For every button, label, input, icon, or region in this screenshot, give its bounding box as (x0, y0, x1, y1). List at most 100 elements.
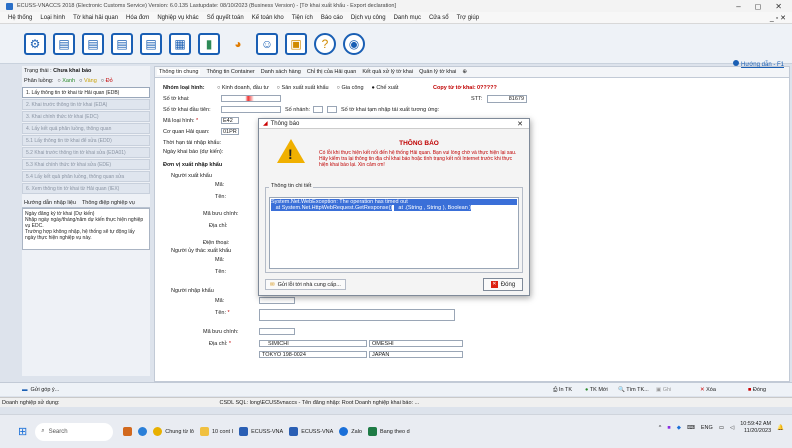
document-2-icon[interactable]: ▤ (82, 32, 104, 55)
windows-start-icon[interactable]: ⊞ (18, 425, 27, 438)
find-button[interactable]: 🔍 Tìm TK... (618, 387, 649, 393)
help-link[interactable]: Hướng dẫn - F1 (733, 60, 784, 68)
ma-nk-input[interactable] (259, 297, 295, 304)
step-edc[interactable]: 3. Khai chính thức tờ khai (EDC) (22, 111, 150, 122)
new-button[interactable]: ● TK Mới (585, 387, 608, 393)
dialog-ok-button[interactable]: ✕ Đóng (483, 278, 523, 291)
taskbar-folder[interactable]: 10 cont I (199, 427, 233, 436)
opt-gia-cong[interactable]: ○ Gia công (337, 85, 364, 91)
step-edd[interactable]: 5.1 Lấy thông tin tờ khai để sửa (EDD) (22, 135, 150, 146)
document-4-icon[interactable]: ▤ (140, 32, 162, 55)
taskbar-widgets[interactable] (123, 427, 133, 436)
menu-so-quyet-toan[interactable]: Sổ quyết toán (207, 15, 244, 21)
chevron-up-icon[interactable]: ^ (659, 425, 662, 431)
keyboard-icon[interactable]: ⌨ (687, 425, 695, 431)
help-icon[interactable]: ? (314, 32, 336, 55)
menu-he-thong[interactable]: Hệ thống (8, 15, 32, 21)
ten-nk-input[interactable] (259, 309, 455, 321)
close-form-button[interactable]: ■ Đóng (748, 387, 766, 393)
addr-input-2[interactable]: OMESHI (369, 340, 463, 347)
opt-sx-xk[interactable]: ○ Sản xuất xuất khẩu (277, 85, 329, 91)
step-eda[interactable]: 2. Khai trước thông tin tờ khai (EDA) (22, 99, 150, 110)
status-label: Trạng thái : (24, 68, 52, 74)
taskbar-ecus-1[interactable]: ECUSS-VNA (239, 427, 283, 436)
send-error-button[interactable]: ✉ Gửi lỗi tới nhà cung cấp... (265, 279, 346, 290)
menu-loai-hinh[interactable]: Loại hình (40, 15, 65, 21)
taskbar-excel[interactable]: Bang theo d (367, 427, 410, 436)
taskbar-edge[interactable] (138, 427, 148, 436)
menu-bao-cao[interactable]: Báo cáo (321, 15, 343, 21)
close-button[interactable]: ✕ (775, 2, 782, 11)
step-result[interactable]: 4. Lấy kết quả phân luồng, thông quan (22, 123, 150, 134)
delete-button[interactable]: ✕ Xóa (700, 387, 716, 393)
add-tab-icon[interactable]: ⊕ (462, 69, 467, 75)
stt-input[interactable]: 81679 (487, 95, 527, 103)
so-to-khai-input[interactable] (221, 95, 281, 102)
tab-quan-ly[interactable]: Quản lý tờ khai (419, 69, 456, 75)
document-icon[interactable]: ▤ (53, 32, 75, 55)
tab-huong-dan[interactable]: Hướng dẫn nhập liệu (24, 200, 76, 206)
save-button[interactable]: ▣ Ghi (656, 387, 671, 393)
opt-kinh-doanh[interactable]: ○ Kinh doanh, đầu tư (217, 85, 269, 91)
so-tk-dau-input[interactable] (221, 106, 281, 113)
mdi-controls[interactable]: _ ▫ ✕ (770, 12, 786, 24)
menu-tro-giup[interactable]: Trợ giúp (457, 15, 479, 21)
menu-nghiep-vu[interactable]: Nghiệp vụ khác (157, 15, 198, 21)
addr-input-3[interactable]: TOKYO 198-0024 (259, 351, 367, 358)
menu-danh-muc[interactable]: Danh mục (394, 15, 421, 21)
language-indicator[interactable]: ENG (701, 425, 713, 431)
print-button[interactable]: ⎙ In TK (553, 387, 572, 394)
tab-thong-tin-chung[interactable]: Thông tin chung (157, 69, 201, 75)
gear-icon[interactable]: ⚙ (24, 32, 46, 55)
step-edb[interactable]: 1. Lấy thông tin tờ khai từ Hải quan (ED… (22, 87, 150, 98)
clock[interactable]: 10:59:42 AM 11/20/2023 (740, 421, 771, 435)
menu-dich-vu-cong[interactable]: Dịch vụ công (351, 15, 386, 21)
volume-icon[interactable]: ◁ (730, 425, 734, 431)
chrome-icon[interactable]: ◉ (343, 32, 365, 55)
step-result-edit[interactable]: 5.4 Lấy kết quả phân luồng, thông quan s… (22, 171, 150, 182)
pie-chart-icon[interactable]: ◕ (227, 33, 249, 55)
stream-red[interactable]: ○ Đỏ (101, 78, 113, 84)
tray-app2-icon[interactable]: ◆ (677, 425, 681, 431)
tab-thong-diep[interactable]: Thông điệp nghiệp vụ (82, 200, 135, 206)
document-3-icon[interactable]: ▤ (111, 32, 133, 55)
so-nhanh-input[interactable] (313, 106, 323, 113)
maximize-button[interactable]: ◻ (755, 2, 762, 11)
taskbar-zalo[interactable]: Zalo (339, 427, 362, 436)
menu-cua-so[interactable]: Cửa sổ (429, 15, 449, 21)
addr-input-1[interactable]: SIMICHI (259, 340, 367, 347)
menu-to-khai[interactable]: Tờ khai hải quan (73, 15, 118, 21)
addr-input-4[interactable]: JAPAN (369, 351, 463, 358)
network-icon[interactable]: ▭ (719, 425, 724, 431)
users-icon[interactable]: ☺ (256, 32, 278, 55)
tab-ket-qua[interactable]: Kết quả xử lý tờ khai (362, 69, 413, 75)
step-iex[interactable]: 6. Xem thông tin tờ khai từ Hải quan (IE… (22, 183, 150, 194)
menu-hoa-don[interactable]: Hóa đơn (126, 15, 149, 21)
tab-chi-thi[interactable]: Chỉ thị của Hải quan (307, 69, 357, 75)
step-eda01[interactable]: 5.2 Khai trước thông tin tờ khai sửa (ED… (22, 147, 150, 158)
feedback-button[interactable]: ▬ Gửi góp ý... (22, 387, 59, 393)
opt-che-xuat[interactable]: ● Chế xuất (372, 85, 399, 91)
stream-yellow[interactable]: ○ Vàng (79, 78, 97, 84)
step-ede[interactable]: 5.3 Khai chính thức tờ khai sửa (EDE) (22, 159, 150, 170)
report-icon[interactable]: ▦ (169, 32, 191, 55)
ma-buu-chinh-nk-input[interactable] (259, 328, 295, 335)
dialog-close-button[interactable]: ✕ (517, 120, 523, 128)
calculator-icon[interactable]: ▣ (285, 32, 307, 55)
tab-container[interactable]: Thông tin Container (206, 69, 254, 75)
minimize-button[interactable]: – (736, 2, 740, 11)
menu-tien-ich[interactable]: Tiện ích (292, 15, 313, 21)
taskbar-chrome[interactable]: Chung từ lô (153, 427, 194, 436)
bar-chart-icon[interactable]: ▮ (198, 32, 220, 55)
so-nhanh-input-2[interactable] (327, 106, 337, 113)
tab-danh-sach-hang[interactable]: Danh sách hàng (261, 69, 301, 75)
notification-bell-icon[interactable]: 🔔 (777, 425, 784, 431)
menu-ke-toan-kho[interactable]: Kế toán kho (252, 15, 284, 21)
stream-green[interactable]: ○ Xanh (57, 78, 75, 84)
ma-loai-hinh-input[interactable]: E42 (221, 117, 239, 124)
taskbar-ecus-2[interactable]: ECUSS-VNA (289, 427, 333, 436)
detail-textbox[interactable]: System.Net.WebException: The operation h… (269, 197, 519, 269)
search-box[interactable]: ⌕ Search (35, 422, 114, 441)
tray-app-icon[interactable]: ■ (667, 425, 670, 431)
co-quan-input[interactable]: 01PR (221, 128, 239, 135)
